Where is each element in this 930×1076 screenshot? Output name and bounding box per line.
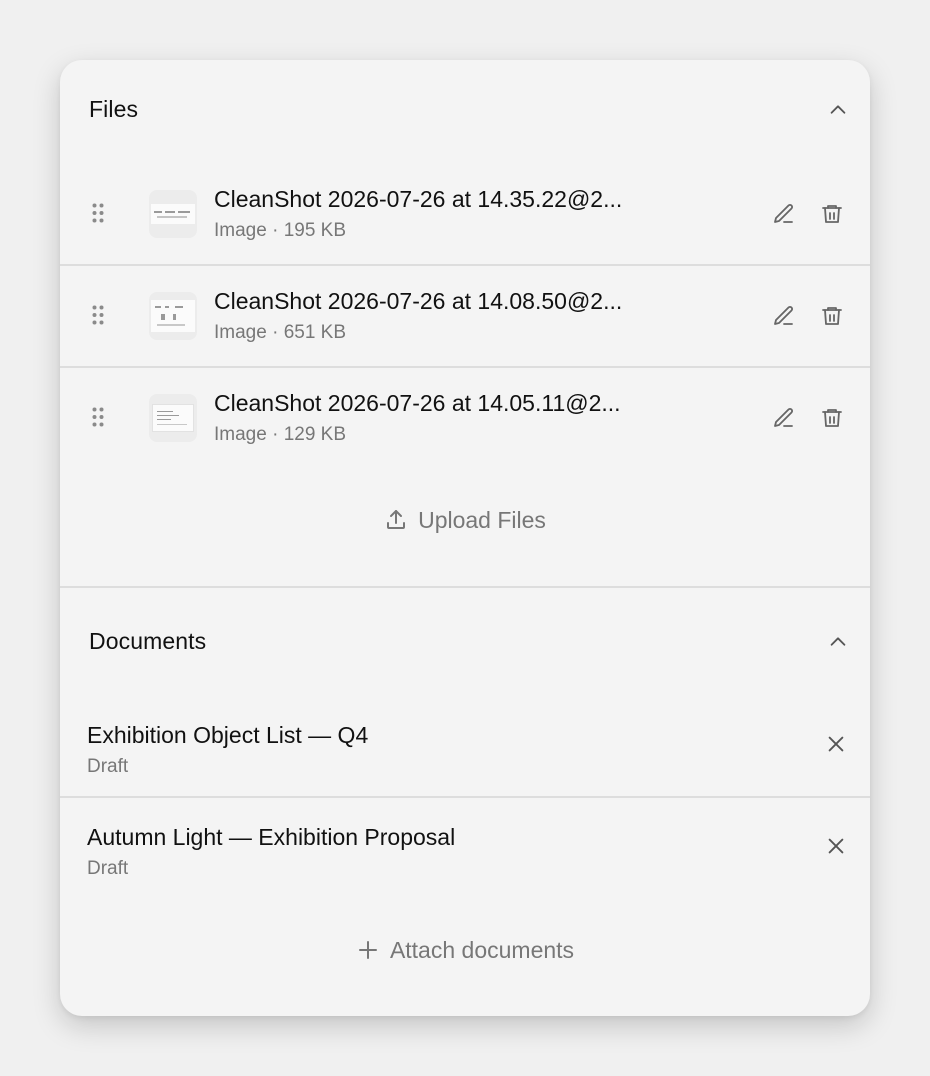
pencil-icon <box>774 306 793 325</box>
upload-files-button[interactable]: Upload Files <box>60 500 870 540</box>
files-collapse-button[interactable] <box>822 94 854 126</box>
edit-file-button[interactable] <box>767 401 801 435</box>
upload-icon <box>387 510 406 529</box>
file-row: CleanShot 2026-07-26 at 14.05.11@2... Im… <box>60 368 870 468</box>
document-row[interactable]: Autumn Light — Exhibition Proposal Draft <box>60 798 870 898</box>
document-title: Exhibition Object List — Q4 <box>87 722 369 748</box>
file-thumbnail <box>149 190 197 238</box>
pencil-icon <box>774 204 793 223</box>
drag-handle-icon[interactable] <box>89 302 107 328</box>
remove-document-button[interactable] <box>820 830 852 862</box>
file-meta: Image · 651 KB <box>214 322 347 343</box>
trash-icon <box>822 409 842 427</box>
document-row[interactable]: Exhibition Object List — Q4 Draft <box>60 696 870 796</box>
documents-section-header: Documents <box>60 612 870 672</box>
file-row: CleanShot 2026-07-26 at 14.08.50@2... Im… <box>60 266 870 366</box>
plus-icon <box>358 941 377 959</box>
file-row: CleanShot 2026-07-26 at 14.35.22@2... Im… <box>60 164 870 264</box>
file-name: CleanShot 2026-07-26 at 14.05.11@2... <box>214 390 621 416</box>
attachments-panel: Files CleanShot 2026-07-26 at 14.35.22@2… <box>60 60 870 1016</box>
pencil-icon <box>774 408 793 427</box>
documents-collapse-button[interactable] <box>822 626 854 658</box>
file-meta: Image · 195 KB <box>214 220 347 241</box>
documents-section-title: Documents <box>89 628 207 654</box>
trash-icon <box>822 205 842 223</box>
chevron-up-icon <box>830 637 846 646</box>
delete-file-button[interactable] <box>815 401 849 435</box>
file-name: CleanShot 2026-07-26 at 14.08.50@2... <box>214 288 623 314</box>
attach-documents-label: Attach documents <box>389 936 575 963</box>
edit-file-button[interactable] <box>767 197 801 231</box>
file-thumbnail <box>149 292 197 340</box>
file-meta: Image · 129 KB <box>214 424 347 445</box>
attach-documents-button[interactable]: Attach documents <box>60 930 870 970</box>
files-section-title: Files <box>89 96 139 122</box>
document-title: Autumn Light — Exhibition Proposal <box>87 824 456 850</box>
document-status: Draft <box>87 858 129 879</box>
upload-files-label: Upload Files <box>418 506 546 533</box>
section-divider <box>60 586 870 588</box>
close-icon <box>828 838 844 854</box>
document-status: Draft <box>87 756 129 777</box>
file-name: CleanShot 2026-07-26 at 14.35.22@2... <box>214 186 623 212</box>
file-thumbnail <box>149 394 197 442</box>
files-section-header: Files <box>60 80 870 140</box>
drag-handle-icon[interactable] <box>89 404 107 430</box>
edit-file-button[interactable] <box>767 299 801 333</box>
close-icon <box>828 736 844 752</box>
chevron-up-icon <box>830 105 846 114</box>
trash-icon <box>822 307 842 325</box>
remove-document-button[interactable] <box>820 728 852 760</box>
delete-file-button[interactable] <box>815 197 849 231</box>
delete-file-button[interactable] <box>815 299 849 333</box>
drag-handle-icon[interactable] <box>89 200 107 226</box>
